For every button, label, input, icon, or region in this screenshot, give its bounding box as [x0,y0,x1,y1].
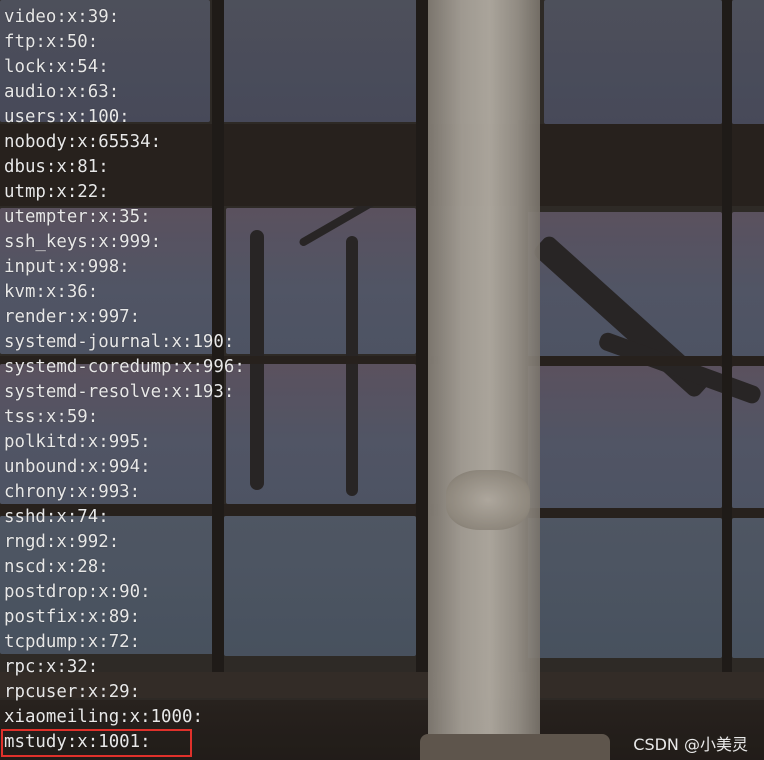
watermark: CSDN @小美灵 [633,735,748,754]
terminal-line: audio:x:63: [4,82,120,102]
terminal-line: render:x:997: [4,307,141,327]
terminal-line: postdrop:x:90: [4,582,151,602]
terminal-line: utempter:x:35: [4,207,151,227]
terminal-line: tcpdump:x:72: [4,632,141,652]
terminal-line: ftp:x:50: [4,32,99,52]
terminal-line: ssh_keys:x:999: [4,232,162,252]
terminal-line: video:x:39: [4,7,120,27]
terminal-line: sshd:x:74: [4,507,109,527]
terminal-line: systemd-journal:x:190: [4,332,235,352]
terminal-line: lock:x:54: [4,57,109,77]
terminal-line: tss:x:59: [4,407,99,427]
terminal-line: nscd:x:28: [4,557,109,577]
terminal-line: rpc:x:32: [4,657,99,677]
terminal-line: utmp:x:22: [4,182,109,202]
terminal-line: postfix:x:89: [4,607,141,627]
terminal-line: rngd:x:992: [4,532,120,552]
terminal-line: rpcuser:x:29: [4,682,141,702]
terminal-line: users:x:100: [4,107,130,127]
terminal-line: nobody:x:65534: [4,132,162,152]
highlight-box [1,729,192,757]
terminal-line: xiaomeiling:x:1000: [4,707,203,727]
terminal-output: video:x:39: ftp:x:50: lock:x:54: audio:x… [4,5,245,755]
terminal-line: unbound:x:994: [4,457,151,477]
terminal-line: kvm:x:36: [4,282,99,302]
terminal-line: dbus:x:81: [4,157,109,177]
terminal-line: input:x:998: [4,257,130,277]
terminal-line: chrony:x:993: [4,482,141,502]
terminal-line: systemd-resolve:x:193: [4,382,235,402]
terminal-window: video:x:39: ftp:x:50: lock:x:54: audio:x… [0,0,764,760]
terminal-line: systemd-coredump:x:996: [4,357,245,377]
terminal-line: polkitd:x:995: [4,432,151,452]
